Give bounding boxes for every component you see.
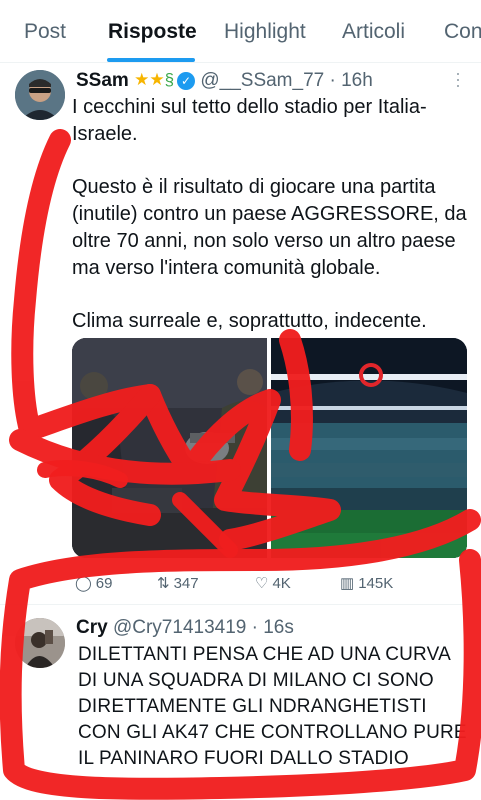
separator-dot: ·: [329, 70, 336, 91]
tweet-photo-stadium[interactable]: [271, 338, 467, 558]
views-count: 145K: [358, 575, 394, 592]
tweet-photo-snipers[interactable]: [72, 338, 267, 558]
tweet-actions-bar: ◯ 69 ⇅ 347 ♡ 4K ▥ 145K: [75, 574, 475, 598]
repost-icon: ⇅: [157, 575, 170, 592]
author-display-name[interactable]: Cry: [76, 617, 108, 638]
like-count: 4K: [272, 575, 291, 592]
tab-post[interactable]: Post: [24, 20, 66, 44]
verified-badge-icon: ✓: [177, 72, 196, 90]
heart-icon: ♡: [255, 575, 269, 592]
views-button[interactable]: ▥ 145K: [340, 574, 393, 592]
tweet-divider: [0, 604, 481, 605]
views-icon: ▥: [340, 575, 355, 592]
tweet-paragraph: Clima surreale e, soprattutto, indecente…: [72, 310, 427, 332]
tab-articoli[interactable]: Articoli: [342, 20, 405, 44]
author-display-name[interactable]: SSam: [76, 70, 129, 91]
tweet-author-line: Cry @Cry71413419 · 16s: [76, 617, 294, 639]
repost-button[interactable]: ⇅ 347: [157, 574, 199, 592]
tweet-timestamp[interactable]: 16s: [263, 617, 294, 638]
tab-con[interactable]: Con: [444, 20, 481, 44]
like-button[interactable]: ♡ 4K: [255, 574, 291, 592]
profile-tab-bar: Post Risposte Highlight Articoli Con: [0, 0, 481, 63]
tweet-text: DILETTANTI PENSA CHE AD UNA CURVA DI UNA…: [78, 644, 467, 769]
author-handle[interactable]: @Cry71413419: [113, 617, 246, 638]
avatar[interactable]: [15, 618, 65, 668]
tab-highlight[interactable]: Highlight: [224, 20, 306, 44]
tweet-timestamp[interactable]: 16h: [341, 70, 373, 91]
avatar[interactable]: [15, 70, 65, 120]
tweet-paragraph: I cecchini sul tetto dello stadio per It…: [72, 96, 427, 145]
reply-button[interactable]: ◯ 69: [75, 574, 112, 592]
repost-count: 347: [173, 575, 199, 592]
star-icon: ★: [134, 70, 150, 89]
star-icon: ★: [149, 70, 165, 89]
snake-icon: §: [164, 70, 175, 89]
author-handle[interactable]: @__SSam_77: [200, 70, 324, 91]
reply-icon: ◯: [75, 575, 92, 592]
separator-dot: ·: [251, 617, 258, 638]
active-tab-indicator: [107, 58, 195, 62]
tweet-author-line: SSam ★★§ ✓ @__SSam_77 · 16h: [76, 70, 373, 92]
tweet-paragraph: Questo è il risultato di giocare una par…: [72, 176, 467, 279]
reply-count: 69: [95, 575, 113, 592]
tab-risposte[interactable]: Risposte: [108, 20, 197, 44]
more-options-icon[interactable]: · · ·: [453, 64, 463, 94]
